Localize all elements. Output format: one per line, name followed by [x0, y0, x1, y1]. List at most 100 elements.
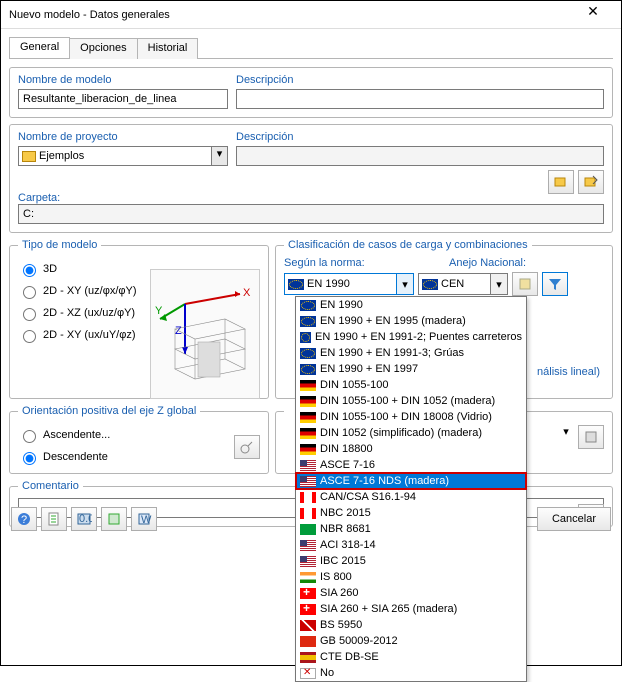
norma-option[interactable]: DIN 1055-100 + DIN 18008 (Vidrio) [296, 409, 526, 425]
tab-opciones[interactable]: Opciones [69, 38, 137, 59]
cn-flag-icon [300, 636, 316, 647]
svg-text:X: X [243, 287, 251, 299]
orient-legend: Orientación positiva del eje Z global [18, 405, 200, 417]
tab-strip: General Opciones Historial [9, 37, 613, 59]
fieldset-tipo-modelo: Tipo de modelo 3D 2D - XY (uz/φx/φY) 2D … [9, 239, 269, 399]
norma-option[interactable]: DIN 1055-100 [296, 377, 526, 393]
us-flag-icon [300, 556, 316, 567]
norma-option[interactable]: EN 1990 [296, 297, 526, 313]
project-dropdown-arrow[interactable]: ▾ [211, 147, 227, 165]
norma-option[interactable]: GB 50009-2012 [296, 633, 526, 649]
in-flag-icon [300, 572, 316, 583]
norma-option[interactable]: IS 800 [296, 569, 526, 585]
es-flag-icon [300, 652, 316, 663]
norma-option[interactable]: CAN/CSA S16.1-94 [296, 489, 526, 505]
model-name-input[interactable] [18, 89, 228, 109]
toolbar-btn-4[interactable] [101, 507, 127, 531]
clasif-legend: Clasificación de casos de carga y combin… [284, 239, 532, 251]
ch-flag-icon [300, 604, 316, 615]
norma-option[interactable]: SIA 260 + SIA 265 (madera) [296, 601, 526, 617]
uk-flag-icon [300, 620, 316, 631]
de-flag-icon [300, 396, 316, 407]
chevron-down-icon[interactable]: ▾ [396, 274, 413, 294]
norma-option[interactable]: EN 1990 + EN 1997 [296, 361, 526, 377]
chevron-down-icon[interactable]: ▾ [490, 274, 507, 294]
norma-option[interactable]: ASCE 7-16 [296, 457, 526, 473]
model-desc-label: Descripción [236, 74, 604, 86]
cancel-button[interactable]: Cancelar [537, 507, 611, 531]
project-btn-2[interactable] [578, 170, 604, 194]
chevron-down-icon[interactable]: ▾ [558, 425, 574, 449]
project-desc-label: Descripción [236, 131, 604, 143]
fieldset-model: Nombre de modelo Descripción [9, 67, 613, 118]
norma-option[interactable]: EN 1990 + EN 1991-2; Puentes carreteros [296, 329, 526, 345]
us-flag-icon [300, 476, 316, 487]
norma-option[interactable]: ASCE 7-16 NDS (madera) [296, 473, 526, 489]
project-desc-input[interactable] [236, 146, 604, 166]
norma-option[interactable]: EN 1990 + EN 1991-3; Grúas [296, 345, 526, 361]
norma-option[interactable]: BS 5950 [296, 617, 526, 633]
norma-option[interactable]: IBC 2015 [296, 553, 526, 569]
eu-flag-icon [300, 348, 316, 359]
model-preview-image: X Y Z [150, 269, 260, 399]
orient-icon-button[interactable] [234, 435, 260, 459]
svg-text:0.00: 0.00 [79, 513, 92, 525]
folder-input[interactable] [18, 204, 604, 224]
tab-general[interactable]: General [9, 37, 70, 58]
tipo-legend: Tipo de modelo [18, 239, 101, 251]
norma-label: Según la norma: [284, 257, 439, 269]
anejo-combobox[interactable]: CEN ▾ [418, 273, 508, 295]
de-flag-icon [300, 444, 316, 455]
radio-ascendente[interactable]: Ascendente... [18, 427, 260, 443]
model-name-label: Nombre de modelo [18, 74, 228, 86]
eu-flag-icon [300, 300, 316, 311]
clasif-btn-1[interactable] [512, 272, 538, 296]
us-flag-icon [300, 460, 316, 471]
eu-flag-icon [422, 279, 438, 290]
side-button-1[interactable] [578, 425, 604, 449]
project-btn-1[interactable] [548, 170, 574, 194]
ca-flag-icon [300, 508, 316, 519]
us-flag-icon [300, 540, 316, 551]
close-button[interactable]: ✕ [573, 3, 613, 27]
fieldset-orientacion: Orientación positiva del eje Z global As… [9, 405, 269, 474]
svg-text:Y: Y [155, 305, 163, 317]
fieldset-project: Nombre de proyecto Ejemplos ▾ Descripció… [9, 124, 613, 233]
dialog-window: Nuevo modelo - Datos generales ✕ General… [0, 0, 622, 666]
eu-flag-icon [288, 279, 304, 290]
br-flag-icon [300, 524, 316, 535]
anejo-label: Anejo Nacional: [449, 257, 604, 269]
model-desc-input[interactable] [236, 89, 604, 109]
titlebar: Nuevo modelo - Datos generales ✕ [1, 1, 621, 29]
svg-text:?: ? [21, 514, 27, 526]
norma-option[interactable]: DIN 1055-100 + DIN 1052 (madera) [296, 393, 526, 409]
filter-button[interactable] [542, 272, 568, 296]
toolbar-btn-2[interactable] [41, 507, 67, 531]
norma-option[interactable]: DIN 1052 (simplificado) (madera) [296, 425, 526, 441]
window-title: Nuevo modelo - Datos generales [9, 9, 573, 21]
norma-option[interactable]: EN 1990 + EN 1995 (madera) [296, 313, 526, 329]
tab-historial[interactable]: Historial [137, 38, 199, 59]
norma-option[interactable]: SIA 260 [296, 585, 526, 601]
toolbar-btn-3[interactable]: 0.00 [71, 507, 97, 531]
eu-flag-icon [300, 316, 316, 327]
norma-option[interactable]: NBC 2015 [296, 505, 526, 521]
folder-icon [22, 151, 36, 162]
eu-flag-icon [300, 364, 316, 375]
toolbar-btn-5[interactable]: W [131, 507, 157, 531]
project-name-label: Nombre de proyecto [18, 131, 228, 143]
norma-option[interactable]: ACI 318-14 [296, 537, 526, 553]
norma-option[interactable]: NBR 8681 [296, 521, 526, 537]
de-flag-icon [300, 412, 316, 423]
de-flag-icon [300, 380, 316, 391]
norma-option[interactable]: CTE DB-SE [296, 649, 526, 665]
norma-option[interactable]: No [296, 665, 526, 681]
svg-text:W: W [141, 514, 152, 526]
norma-dropdown-list[interactable]: EN 1990EN 1990 + EN 1995 (madera)EN 1990… [295, 296, 527, 682]
help-button[interactable]: ? [11, 507, 37, 531]
comentario-legend: Comentario [18, 480, 83, 492]
norma-option[interactable]: DIN 18800 [296, 441, 526, 457]
norma-combobox[interactable]: EN 1990 ▾ [284, 273, 414, 295]
radio-descendente[interactable]: Descendente [18, 449, 260, 465]
none-flag-icon [300, 668, 316, 679]
